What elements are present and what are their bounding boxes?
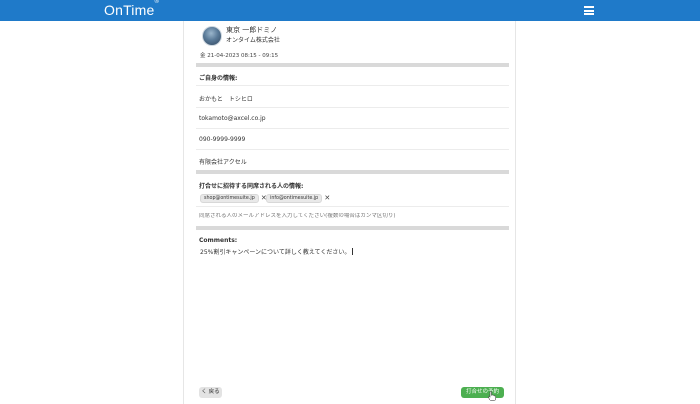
guest-chip[interactable]: shop@ontimesuite.jp ✕ <box>200 194 267 203</box>
meeting-datetime: 金 21-04-2023 08:15 - 09:15 <box>200 53 279 59</box>
hand-pointer-icon <box>488 391 496 401</box>
section-divider <box>196 63 509 67</box>
text-caret <box>352 248 354 255</box>
host-company: オンタイム株式会社 <box>226 37 280 44</box>
row-divider <box>196 107 509 108</box>
hamburger-icon[interactable] <box>584 6 594 15</box>
ontime-logo[interactable]: OnTime® <box>104 0 159 18</box>
row-divider <box>196 85 509 86</box>
row-divider <box>196 128 509 129</box>
guests-title: 打合せに招待する同席される人の情報: <box>199 183 304 190</box>
book-meeting-button[interactable]: 打合せの予約 <box>461 387 504 398</box>
user-email-field[interactable]: tokamoto@axcel.co.jp <box>199 115 507 122</box>
section-divider <box>196 170 509 174</box>
row-divider <box>196 149 509 150</box>
your-info-title: ご自身の情報: <box>199 75 238 82</box>
user-company-field[interactable]: 有限会社アクセル <box>199 157 507 166</box>
user-phone-field[interactable]: 090-9999-9999 <box>199 136 507 143</box>
guest-email-input[interactable] <box>199 213 499 219</box>
user-name-field[interactable]: おかもと トシヒロ <box>199 94 507 103</box>
top-navbar: OnTime® <box>0 0 700 21</box>
row-divider <box>196 206 509 207</box>
booking-panel: 東京 一郎ドミノ オンタイム株式会社 金 21-04-2023 08:15 - … <box>183 21 516 404</box>
comments-textarea[interactable]: 25%割引キャンペーンについて詳しく教えてください。 <box>200 247 354 256</box>
guest-chip[interactable]: info@ontimesuite.jp ✕ <box>266 194 330 203</box>
comments-label: Comments: <box>199 237 238 244</box>
host-name: 東京 一郎ドミノ <box>226 26 278 34</box>
host-avatar <box>202 26 222 46</box>
back-button[interactable]: く 戻る <box>199 387 222 398</box>
remove-chip-icon[interactable]: ✕ <box>324 194 330 202</box>
section-divider <box>196 226 509 230</box>
